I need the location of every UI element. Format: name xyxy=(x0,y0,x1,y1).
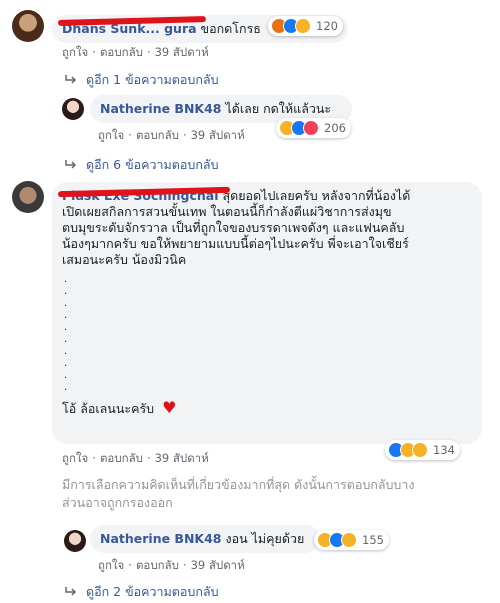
avatar[interactable] xyxy=(12,181,44,213)
view-replies-link[interactable]: ดูอีก 6 ข้อความตอบกลับ xyxy=(64,155,219,175)
comment-actions: ถูกใจ · ตอบกลับ · 39 สัปดาห์ xyxy=(62,45,209,59)
reaction-count: 155 xyxy=(362,533,384,547)
comment-text-line: สุดยอดไปเลยครับ หลังจากที่น้องได้ xyxy=(222,188,411,203)
dot-line: . xyxy=(64,322,68,333)
sad-reaction-icon xyxy=(341,532,357,548)
reaction-count: 120 xyxy=(316,19,338,33)
dots-block: . . . . . . . . . . xyxy=(64,274,472,394)
reaction-summary[interactable]: 120 xyxy=(268,16,343,36)
view-replies-link[interactable]: ดูอีก 1 ข้อความตอบกลับ xyxy=(64,70,219,90)
view-replies-label: ดูอีก 6 ข้อความตอบกลับ xyxy=(86,157,219,172)
reply-text: งอน ไม่คุยด้วย xyxy=(225,531,305,546)
timestamp[interactable]: 39 สัปดาห์ xyxy=(191,558,245,572)
timestamp[interactable]: 39 สัปดาห์ xyxy=(155,45,209,59)
reply-link[interactable]: ตอบกลับ xyxy=(136,558,179,572)
comment-text-line: ตบมุขระดับจักรวาล เป็นที่ถูกใจของบรรดาเพ… xyxy=(62,220,405,235)
dot-line: . xyxy=(64,334,68,345)
reaction-summary[interactable]: 206 xyxy=(276,118,351,138)
reply-author[interactable]: Natherine BNK48 xyxy=(100,101,222,116)
reply-text: ได้เลย กดให้แล้วนะ xyxy=(225,101,332,116)
reaction-count: 206 xyxy=(324,121,346,135)
comment-text-line: เสมอนะครับ น้องมิวนิค xyxy=(62,252,187,267)
timestamp[interactable]: 39 สัปดาห์ xyxy=(155,451,209,465)
dot-line: . xyxy=(64,382,68,393)
reply-bubble: Natherine BNK48 งอน ไม่คุยด้วย xyxy=(90,525,320,553)
reply-link[interactable]: ตอบกลับ xyxy=(136,128,179,142)
dot-line: . xyxy=(64,286,68,297)
reply-arrow-icon xyxy=(65,587,77,596)
reaction-summary[interactable]: 134 xyxy=(385,440,460,460)
reply-author[interactable]: Natherine BNK48 xyxy=(100,531,222,546)
comment-closing-line: โอ้ ล้อเลนนะครับ ♥ xyxy=(62,400,472,417)
like-link[interactable]: ถูกใจ xyxy=(98,558,124,572)
like-link[interactable]: ถูกใจ xyxy=(62,451,88,465)
heart-icon: ♥ xyxy=(162,398,177,417)
comment-bubble: Plask Exe Sochingchai สุดยอดไปเลยครับ หล… xyxy=(52,182,482,444)
reply-link[interactable]: ตอบกลับ xyxy=(100,451,143,465)
dot-line: . xyxy=(64,274,68,285)
like-link[interactable]: ถูกใจ xyxy=(98,128,124,142)
haha-reaction-icon xyxy=(295,18,311,34)
note-line: มีการเลือกความคิดเห็นที่เกี่ยวข้องมากที่… xyxy=(62,477,415,492)
like-link[interactable]: ถูกใจ xyxy=(62,45,88,59)
reply-link[interactable]: ตอบกลับ xyxy=(100,45,143,59)
dot-line: . xyxy=(64,370,68,381)
sad-reaction-icon xyxy=(412,442,428,458)
reply-arrow-icon xyxy=(65,160,77,169)
dot-line: . xyxy=(64,310,68,321)
timestamp[interactable]: 39 สัปดาห์ xyxy=(191,128,245,142)
view-replies-link[interactable]: ดูอีก 2 ข้อความตอบกลับ xyxy=(64,582,219,602)
comment-text: ขอกดโกรธ xyxy=(200,21,261,36)
dot-line: . xyxy=(64,358,68,369)
reply-actions: ถูกใจ · ตอบกลับ · 39 สัปดาห์ xyxy=(98,128,245,142)
reply-arrow-icon xyxy=(65,75,77,84)
dot-line: . xyxy=(64,346,68,357)
view-replies-label: ดูอีก 2 ข้อความตอบกลับ xyxy=(86,584,219,599)
avatar[interactable] xyxy=(12,10,44,42)
reply-actions: ถูกใจ · ตอบกลับ · 39 สัปดาห์ xyxy=(98,558,245,572)
filtered-replies-note: มีการเลือกความคิดเห็นที่เกี่ยวข้องมากที่… xyxy=(62,476,492,512)
note-line: ส่วนอาจถูกกรองออก xyxy=(62,495,173,510)
reaction-count: 134 xyxy=(433,443,455,457)
comment-actions: ถูกใจ · ตอบกลับ · 39 สัปดาห์ xyxy=(62,451,209,465)
comment-text-line: เปิดเผยสกิลการสวนขั้นเทพ ในตอนนี้ก็กำลัง… xyxy=(62,204,392,219)
dot-line: . xyxy=(64,298,68,309)
love-reaction-icon xyxy=(303,120,319,136)
reaction-summary[interactable]: 155 xyxy=(314,530,389,550)
comment-closing: โอ้ ล้อเลนนะครับ xyxy=(62,401,155,416)
comment-text-line: น้องๆมากครับ ขอให้พยายามแบบนี้ต่อๆไปนะคร… xyxy=(62,236,409,251)
avatar[interactable] xyxy=(62,98,84,120)
avatar[interactable] xyxy=(64,530,86,552)
view-replies-label: ดูอีก 1 ข้อความตอบกลับ xyxy=(86,72,219,87)
